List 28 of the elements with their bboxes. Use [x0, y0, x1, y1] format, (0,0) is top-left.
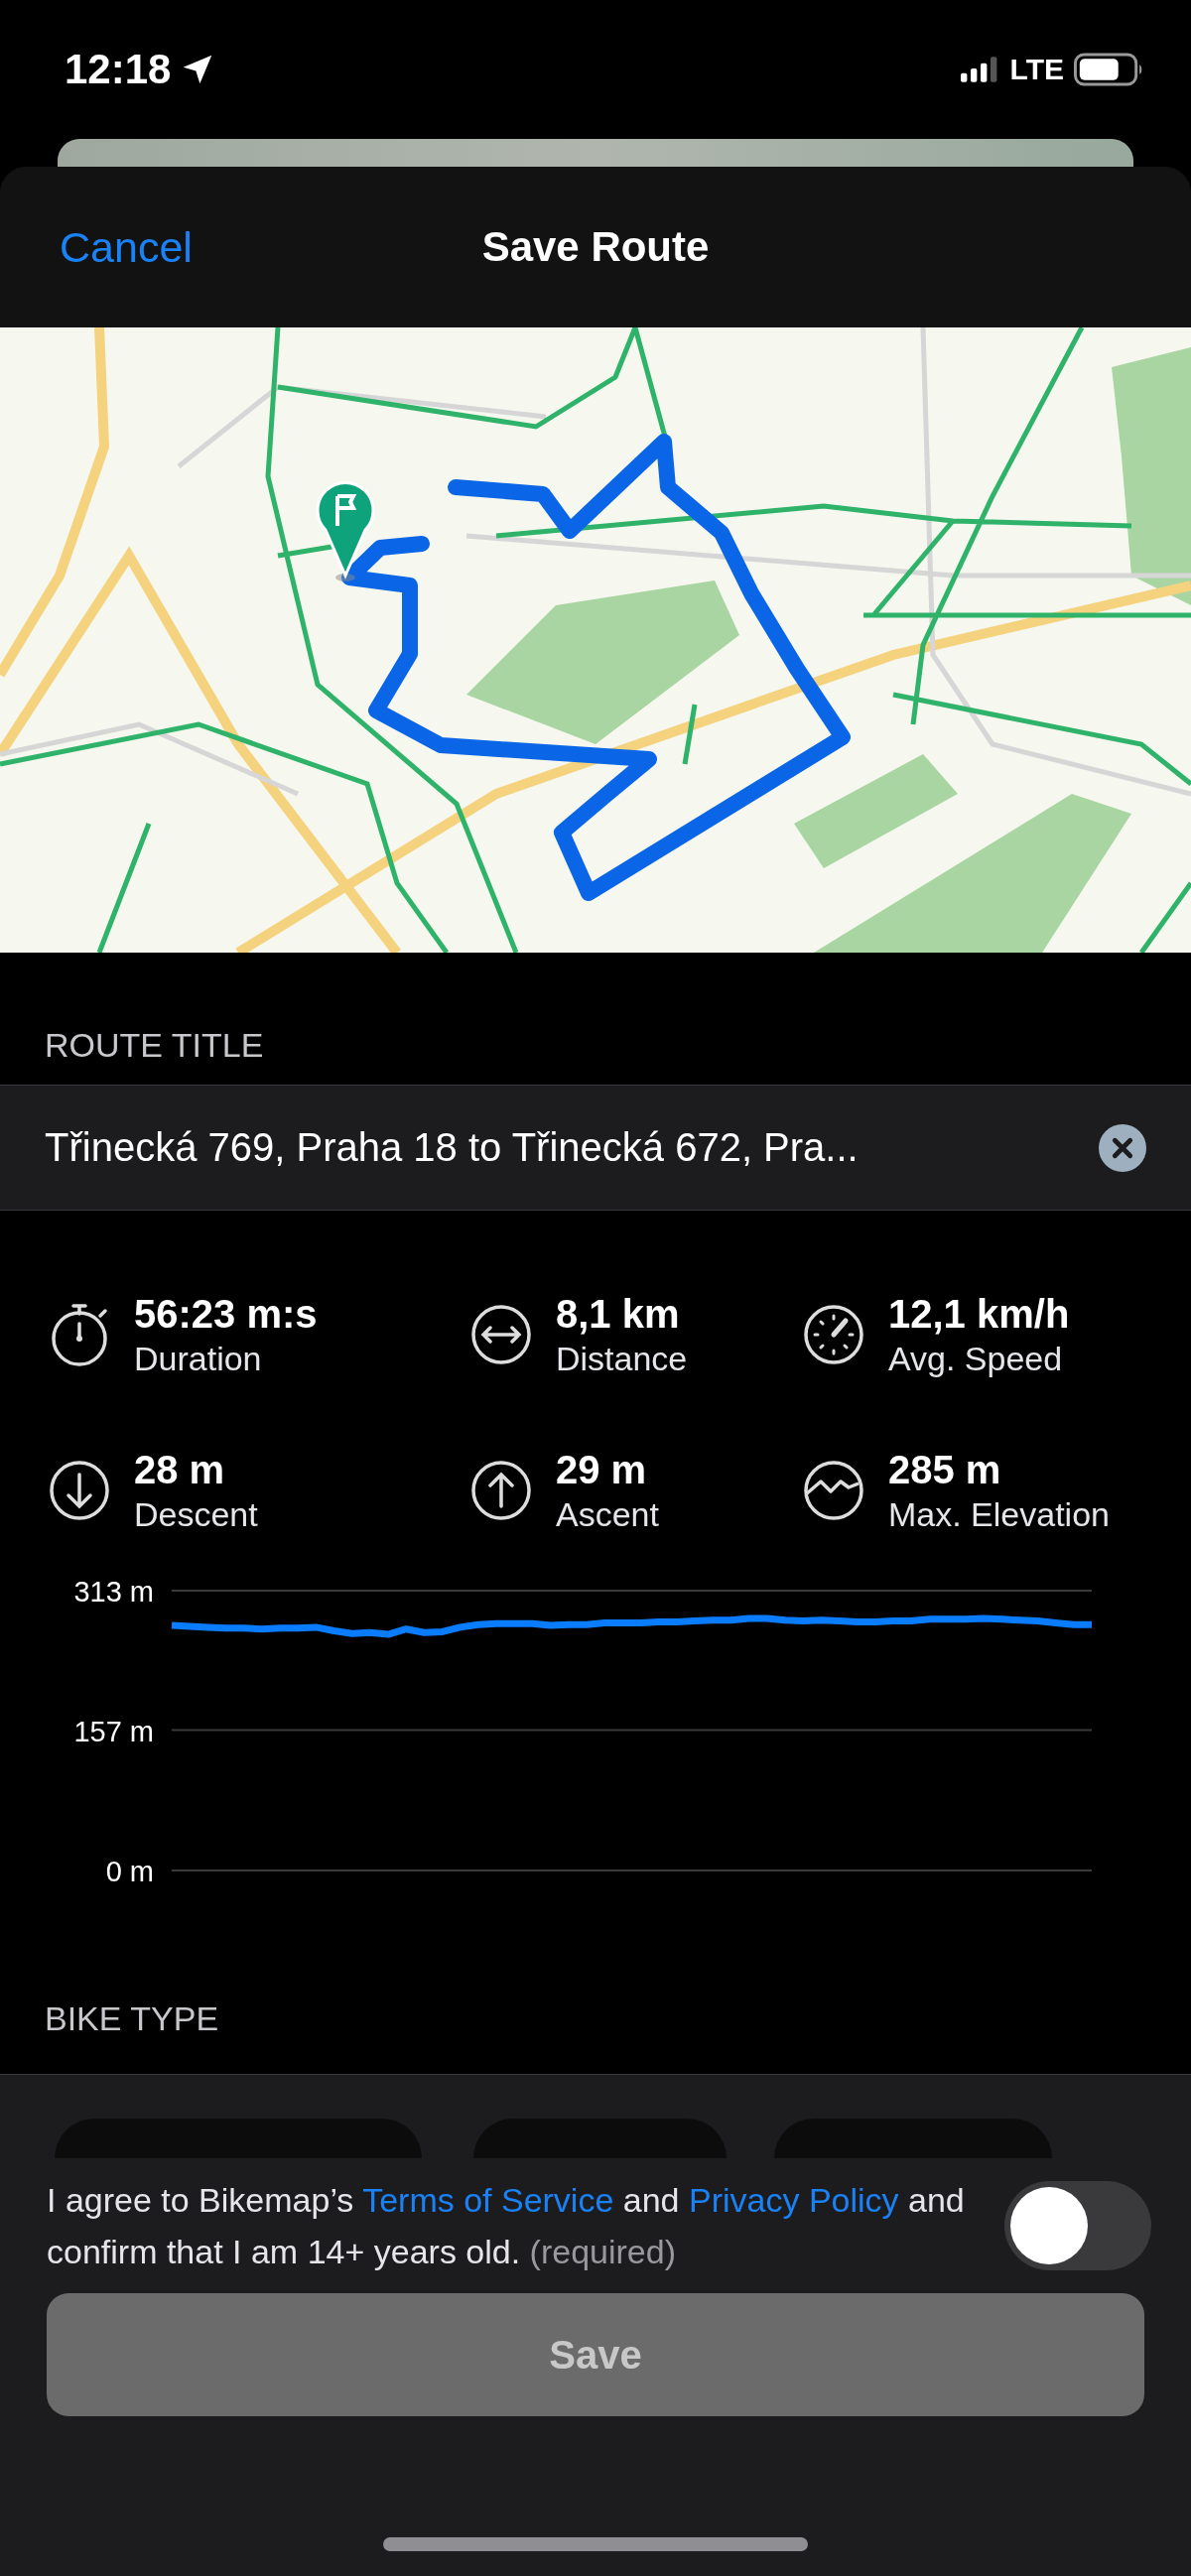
agreement-text: I agree to Bikemap’s Terms of Service and Privacy Policy and confirm that I am 14+ years old. (required) [47, 2180, 966, 2272]
section-label: ROUTE TITLE [45, 1026, 264, 1065]
section-label: BIKE TYPE [45, 1999, 219, 2038]
status-time: 12:18 [65, 46, 172, 93]
screen-title: Save Route [481, 223, 710, 271]
map-pin-icon [316, 478, 375, 582]
title-field[interactable]: Třinecká 769, Praha 18 to Třinecká 672, Pra... [0, 1085, 1191, 1211]
agreement-link[interactable]: Privacy Policy [688, 2181, 899, 2219]
stat-label: Duration [134, 1338, 263, 1379]
stat-value: 29 m [556, 1446, 648, 1493]
agreement-link[interactable]: Terms of Service [362, 2181, 614, 2219]
axis-label: 157 m [73, 1715, 154, 1747]
clear-button[interactable] [1099, 1123, 1146, 1172]
stat-label: Descent [134, 1493, 258, 1535]
stat-value: 56:23 m:s [134, 1290, 318, 1338]
axis-label: 0 m [105, 1856, 154, 1887]
axis-label: 313 m [73, 1576, 154, 1608]
stat-value: 12,1 km/h [888, 1290, 1070, 1338]
stat-value: 8,1 km [556, 1290, 681, 1338]
battery-icon [1074, 53, 1143, 86]
stat-label: Avg. Speed [888, 1338, 1064, 1379]
stat-label: Ascent [556, 1493, 659, 1535]
stat-label: Distance [556, 1338, 688, 1379]
stat-label: Max. Elevation [888, 1493, 1110, 1535]
stat-value: 28 m [134, 1446, 226, 1493]
stat-value: 285 m [888, 1446, 1002, 1493]
cancel-button[interactable]: Cancel [60, 222, 193, 272]
network-label: LTE [1009, 53, 1064, 86]
